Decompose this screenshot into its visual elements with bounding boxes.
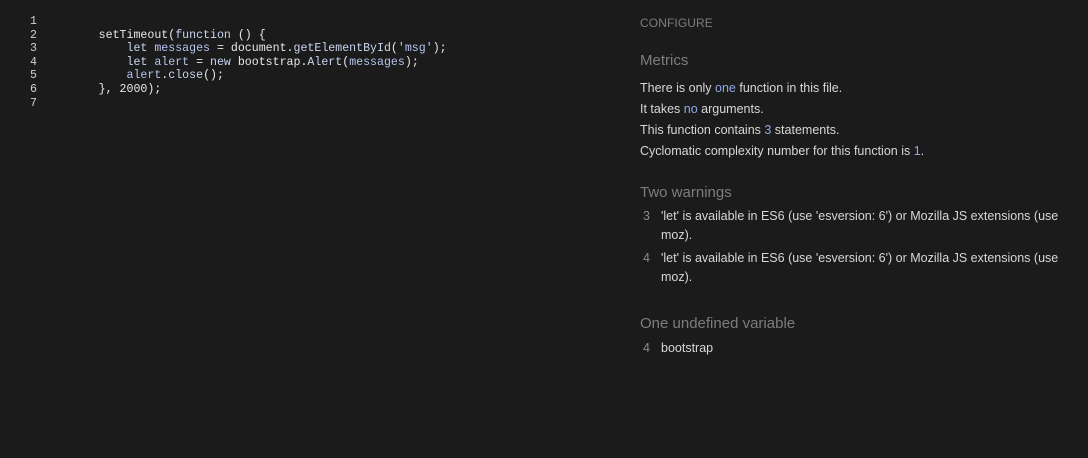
metric-text: arguments. [697, 102, 764, 116]
code-token: bootstrap. [230, 55, 308, 69]
undefined-line-number: 4 [643, 341, 650, 355]
code-token: getElementById [293, 42, 391, 56]
undefined-variable-item[interactable]: 4 bootstrap [640, 339, 1060, 358]
metric-function-count: There is only one function in this file. [640, 81, 842, 95]
code-token: ); [432, 42, 447, 56]
metric-text: . [920, 144, 925, 158]
code-token: ( [390, 42, 398, 56]
metric-text: This function contains [640, 123, 765, 137]
metric-value: one [715, 81, 736, 95]
code-token: let [126, 55, 148, 69]
warning-item[interactable]: 3 'let' is available in ES6 (use 'esvers… [640, 207, 1060, 245]
warning-line-number: 4 [643, 251, 650, 265]
warning-line-number: 3 [643, 209, 650, 223]
metric-arguments: It takes no arguments. [640, 102, 764, 116]
code-editor[interactable]: 12 setTimeout(function () { 3 let message… [0, 0, 620, 458]
code-token: new [210, 55, 231, 69]
metric-complexity: Cyclomatic complexity number for this fu… [640, 144, 924, 158]
line-number: 5 [30, 69, 37, 83]
line-content: setTimeout(function () { [43, 29, 266, 43]
line-content: let messages = document.getElementById('… [43, 42, 447, 56]
metric-value: 1 [913, 144, 921, 158]
code-token: messages [349, 55, 405, 69]
metric-text: There is only [640, 81, 716, 95]
jshint-report-panel: CONFIGURE Metrics There is only one func… [620, 0, 1088, 458]
line-content: alert.close(); [43, 69, 224, 83]
code-token: = [189, 55, 211, 69]
line-number: 2 [30, 28, 37, 42]
line-number: 6 [30, 82, 37, 96]
code-token: Alert [307, 55, 343, 69]
code-token: (); [203, 69, 224, 83]
undefined-variables-heading: One undefined variable [640, 315, 796, 332]
warning-message: 'let' is available in ES6 (use 'esversio… [661, 251, 1059, 284]
metric-text: statements. [771, 123, 840, 137]
metric-value: no [683, 102, 698, 116]
code-token: function [175, 28, 231, 42]
code-token: }, 2000); [43, 82, 162, 96]
code-token: = document. [210, 42, 294, 56]
code-token: () { [230, 28, 266, 42]
code-token: messages [154, 42, 211, 56]
line-content: }, 2000); [43, 82, 162, 97]
line-number: 7 [30, 96, 37, 110]
metric-text: function in this file. [735, 81, 843, 95]
metric-text: Cyclomatic complexity number for this fu… [640, 144, 914, 158]
code-token: close [168, 69, 204, 83]
code-token: ); [404, 55, 419, 69]
configure-button[interactable]: CONFIGURE [640, 16, 713, 30]
line-number: 3 [30, 42, 37, 56]
warnings-heading: Two warnings [640, 184, 732, 201]
warning-message: 'let' is available in ES6 (use 'esversio… [661, 209, 1059, 242]
code-token: 'msg' [397, 42, 433, 56]
metrics-heading: Metrics [640, 52, 689, 69]
metric-statements: This function contains 3 statements. [640, 123, 839, 137]
line-number: 1 [30, 15, 37, 28]
metric-text: It takes [640, 102, 684, 116]
code-token: alert [126, 69, 162, 83]
line-content: let alert = new bootstrap.Alert(messages… [43, 56, 419, 70]
line-number: 4 [30, 55, 37, 69]
undefined-variable-name: bootstrap [661, 341, 714, 355]
code-token: setTimeout( [43, 28, 176, 42]
warning-item[interactable]: 4 'let' is available in ES6 (use 'esvers… [640, 249, 1060, 287]
code-token: let [126, 42, 148, 56]
code-token: alert [154, 55, 190, 69]
